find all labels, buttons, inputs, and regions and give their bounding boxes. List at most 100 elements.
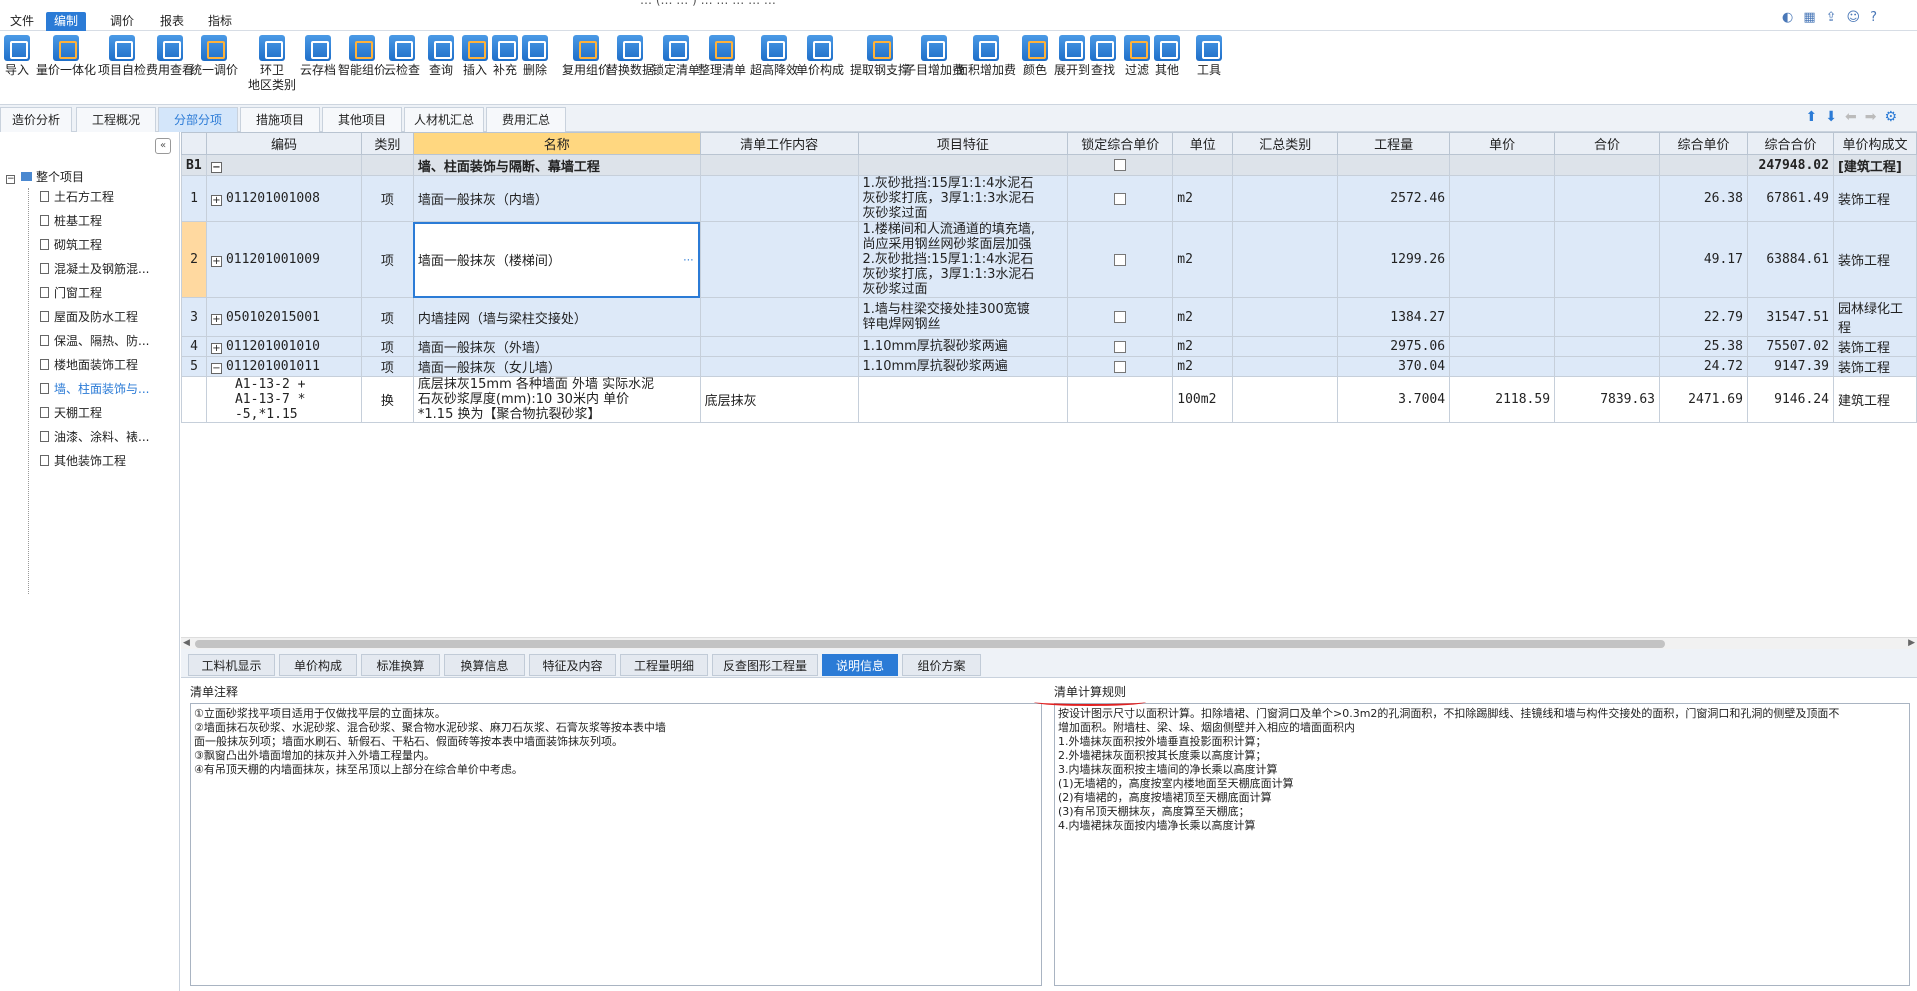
ribbon-height-button[interactable]: 超高降效 [750, 35, 798, 101]
lock-checkbox[interactable] [1114, 360, 1127, 373]
unit-price[interactable] [1449, 336, 1556, 357]
table-row[interactable]: 3 +050102015001 项内墙挂网（墙与梁柱交接处） 1.墙与柱梁交接处挂30… [181, 297, 1917, 337]
ribbon-expand-button[interactable]: 展开到 [1054, 35, 1090, 101]
help-icon[interactable]: ? [1870, 10, 1877, 25]
ribbon-tools-button[interactable]: 工具 [1196, 35, 1222, 101]
unit-price[interactable] [1449, 175, 1556, 222]
quantity[interactable]: 2572.46 [1337, 175, 1451, 222]
detail-tab[interactable]: 特征及内容 [529, 654, 616, 676]
scroll-left-icon[interactable]: ◀ [183, 638, 190, 648]
detail-tab[interactable]: 工程量明细 [620, 654, 708, 676]
ribbon-find-button[interactable]: 查找 [1090, 35, 1116, 101]
ribbon-region-button[interactable]: 环卫 地区类别 [248, 35, 296, 101]
ribbon-area-fee-button[interactable]: 面积增加费 [956, 35, 1016, 101]
ribbon-cloud-save-button[interactable]: 云存档 [300, 35, 336, 101]
sub-composite-unit-price[interactable]: 2471.69 [1659, 376, 1748, 423]
column-header[interactable]: 编码 [205, 132, 362, 155]
lock-cell[interactable] [1067, 297, 1174, 337]
tree-item[interactable]: 砌筑工程 [40, 236, 102, 254]
menu-report[interactable]: 报表 [152, 12, 192, 31]
price-composition[interactable]: 装饰工程 [1832, 175, 1917, 222]
ribbon-unit-price-button[interactable]: 单价构成 [796, 35, 844, 101]
sub-quantity[interactable]: 3.7004 [1337, 376, 1451, 423]
table-row[interactable]: 4 +011201001010 项墙面一般抹灰（外墙） 1.10mm厚抗裂砂浆两遍 m… [181, 336, 1917, 357]
arrow-up-icon[interactable]: ⬆ [1806, 109, 1818, 125]
quantity[interactable]: 1384.27 [1337, 297, 1451, 337]
tree-item[interactable]: 桩基工程 [40, 212, 102, 230]
composite-unit-price[interactable]: 25.38 [1659, 336, 1748, 357]
table-row[interactable]: 2 +011201001009 项墙面一般抹灰（楼梯间） ··· 1.楼梯间和人流通道的… [181, 221, 1917, 298]
ribbon-organize-button[interactable]: 整理清单 [698, 35, 746, 101]
column-header[interactable]: 单位 [1172, 132, 1234, 155]
sub-composition[interactable]: 建筑工程 [1832, 376, 1917, 423]
lock-checkbox[interactable] [1114, 192, 1127, 205]
unit[interactable]: m2 [1172, 175, 1234, 222]
column-header[interactable]: 类别 [360, 132, 414, 155]
ribbon-reuse-button[interactable]: 复用组价 [562, 35, 610, 101]
ribbon-cost-view-button[interactable]: 费用查看 [146, 35, 194, 101]
tree-item[interactable]: 楼地面装饰工程 [40, 356, 138, 374]
ribbon-replace-button[interactable]: 替换数据 [606, 35, 654, 101]
item-feature[interactable]: 1.10mm厚抗裂砂浆两遍 [857, 336, 1069, 357]
code-cell[interactable]: +050102015001 [205, 297, 362, 337]
menu-file[interactable]: 文件 [2, 12, 42, 31]
item-name[interactable]: 墙面一般抹灰（楼梯间） ··· [412, 221, 701, 298]
composite-unit-price[interactable]: 22.79 [1659, 297, 1748, 337]
unit-price[interactable] [1449, 297, 1556, 337]
upload-icon[interactable]: ⇪ [1826, 10, 1837, 25]
column-header[interactable] [181, 132, 207, 155]
column-header[interactable]: 单价构成文 [1832, 132, 1917, 155]
ribbon-supplement-button[interactable]: 补充 [492, 35, 518, 101]
ribbon-steel-button[interactable]: 提取钢支撑 [850, 35, 910, 101]
tree-item[interactable]: 混凝土及钢筋混... [40, 260, 149, 278]
lock-cell[interactable] [1067, 336, 1174, 357]
detail-tab[interactable]: 工料机显示 [188, 654, 275, 676]
expand-icon[interactable]: + [210, 313, 222, 325]
summary-category[interactable] [1232, 336, 1339, 357]
table-row[interactable]: A1-13-2 + A1-13-7 * -5,*1.15 换底层抹灰15mm 各种… [181, 376, 1917, 423]
code-cell[interactable]: +011201001010 [205, 336, 362, 357]
work-content[interactable] [699, 356, 859, 377]
item-feature[interactable]: 1.墙与柱梁交接处挂300宽镀 锌电焊网钢丝 [857, 297, 1069, 337]
code-cell[interactable]: −011201001011 [205, 356, 362, 377]
item-name[interactable]: 墙面一般抹灰（内墙） [412, 175, 701, 222]
column-header[interactable]: 工程量 [1337, 132, 1451, 155]
scroll-right-icon[interactable]: ▶ [1908, 638, 1915, 648]
quantity[interactable]: 370.04 [1337, 356, 1451, 377]
price-composition[interactable]: 装饰工程 [1832, 336, 1917, 357]
item-name[interactable]: 墙面一般抹灰（外墙） [412, 336, 701, 357]
detail-tab[interactable]: 组价方案 [902, 654, 981, 676]
sub-code[interactable]: A1-13-2 + A1-13-7 * -5,*1.15 [205, 376, 362, 423]
sub-unit-price[interactable]: 2118.59 [1449, 376, 1556, 423]
lock-cell[interactable] [1067, 154, 1174, 176]
tab-sub-items[interactable]: 分部分项 [158, 107, 238, 132]
more-icon[interactable]: ··· [683, 253, 694, 266]
column-header[interactable]: 综合合价 [1746, 132, 1834, 155]
lock-cell[interactable] [1067, 221, 1174, 298]
lock-cell[interactable] [1067, 175, 1174, 222]
detail-tab[interactable]: 换算信息 [444, 654, 525, 676]
expand-icon[interactable]: + [210, 256, 222, 267]
lock-cell[interactable] [1067, 356, 1174, 377]
composite-unit-price[interactable]: 26.38 [1659, 175, 1748, 222]
ribbon-cloud-check-button[interactable]: 云检查 [384, 35, 420, 101]
arrow-left-icon[interactable]: ⬅ [1845, 109, 1857, 125]
column-header[interactable]: 单价 [1449, 132, 1556, 155]
work-content[interactable] [699, 175, 859, 222]
ribbon-price-quantity-button[interactable]: 量价一体化 [36, 35, 96, 101]
expand-icon[interactable]: + [210, 343, 222, 354]
column-header[interactable]: 清单工作内容 [699, 132, 859, 155]
tree-item[interactable]: 墙、柱面装饰与... [40, 380, 149, 398]
tab-measures[interactable]: 措施项目 [240, 107, 320, 132]
globe-icon[interactable]: ◐ [1782, 10, 1793, 25]
unit-price[interactable] [1449, 356, 1556, 377]
detail-tab[interactable]: 反查图形工程量 [712, 654, 818, 676]
lock-checkbox[interactable] [1114, 340, 1127, 353]
tree-item[interactable]: 其他装饰工程 [40, 452, 126, 470]
code-cell[interactable]: +011201001008 [205, 175, 362, 222]
ribbon-adjust-price-button[interactable]: 统一调价 [190, 35, 238, 101]
lock-checkbox[interactable] [1114, 159, 1127, 171]
tree-item[interactable]: 门窗工程 [40, 284, 102, 302]
sub-name[interactable]: 底层抹灰15mm 各种墙面 外墙 实际水泥 石灰砂浆厚度(mm):10 30米内… [412, 376, 701, 423]
collapse-icon[interactable]: − [210, 363, 222, 374]
